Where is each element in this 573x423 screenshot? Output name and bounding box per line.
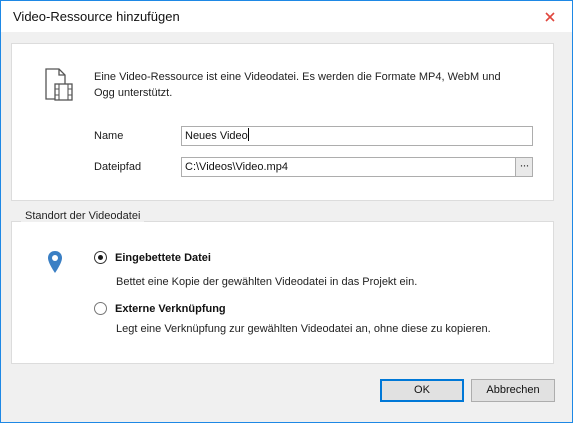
- resource-details-panel: Eine Video-Ressource ist eine Videodatei…: [11, 43, 554, 201]
- text-caret: [247, 128, 249, 141]
- location-pin-icon: [48, 251, 62, 273]
- location-group-label: Standort der Videodatei: [21, 210, 145, 222]
- close-button[interactable]: [540, 9, 560, 25]
- name-input[interactable]: Neues Video: [181, 126, 533, 146]
- cancel-button[interactable]: Abbrechen: [471, 379, 555, 402]
- path-input-value: C:\Videos\Video.mp4: [185, 161, 288, 173]
- intro-text: Eine Video-Ressource ist eine Videodatei…: [94, 71, 501, 99]
- radio-button-unchecked[interactable]: [94, 302, 107, 315]
- name-label: Name: [94, 130, 124, 142]
- embedded-file-radio[interactable]: Eingebettete Datei: [94, 251, 211, 264]
- path-input[interactable]: C:\Videos\Video.mp4: [181, 157, 516, 177]
- browse-button[interactable]: ···: [515, 157, 533, 177]
- ok-button[interactable]: OK: [380, 379, 464, 402]
- external-link-label: Externe Verknüpfung: [115, 302, 226, 315]
- close-icon: [545, 12, 555, 22]
- external-link-radio[interactable]: Externe Verknüpfung: [94, 302, 226, 315]
- location-group: Eingebettete Datei Bettet eine Kopie der…: [11, 221, 554, 364]
- dialog-window: Video-Ressource hinzufügen Eine Video-Re…: [0, 0, 573, 423]
- title-bar: Video-Ressource hinzufügen: [1, 1, 572, 32]
- video-file-icon: [45, 68, 73, 101]
- embedded-file-description: Bettet eine Kopie der gewählten Videodat…: [116, 276, 418, 288]
- name-input-value: Neues Video: [185, 130, 248, 142]
- path-label: Dateipfad: [94, 161, 142, 173]
- window-title: Video-Ressource hinzufügen: [13, 9, 180, 24]
- embedded-file-label: Eingebettete Datei: [115, 251, 211, 264]
- radio-button-checked[interactable]: [94, 251, 107, 264]
- external-link-description: Legt eine Verknüpfung zur gewählten Vide…: [116, 323, 491, 335]
